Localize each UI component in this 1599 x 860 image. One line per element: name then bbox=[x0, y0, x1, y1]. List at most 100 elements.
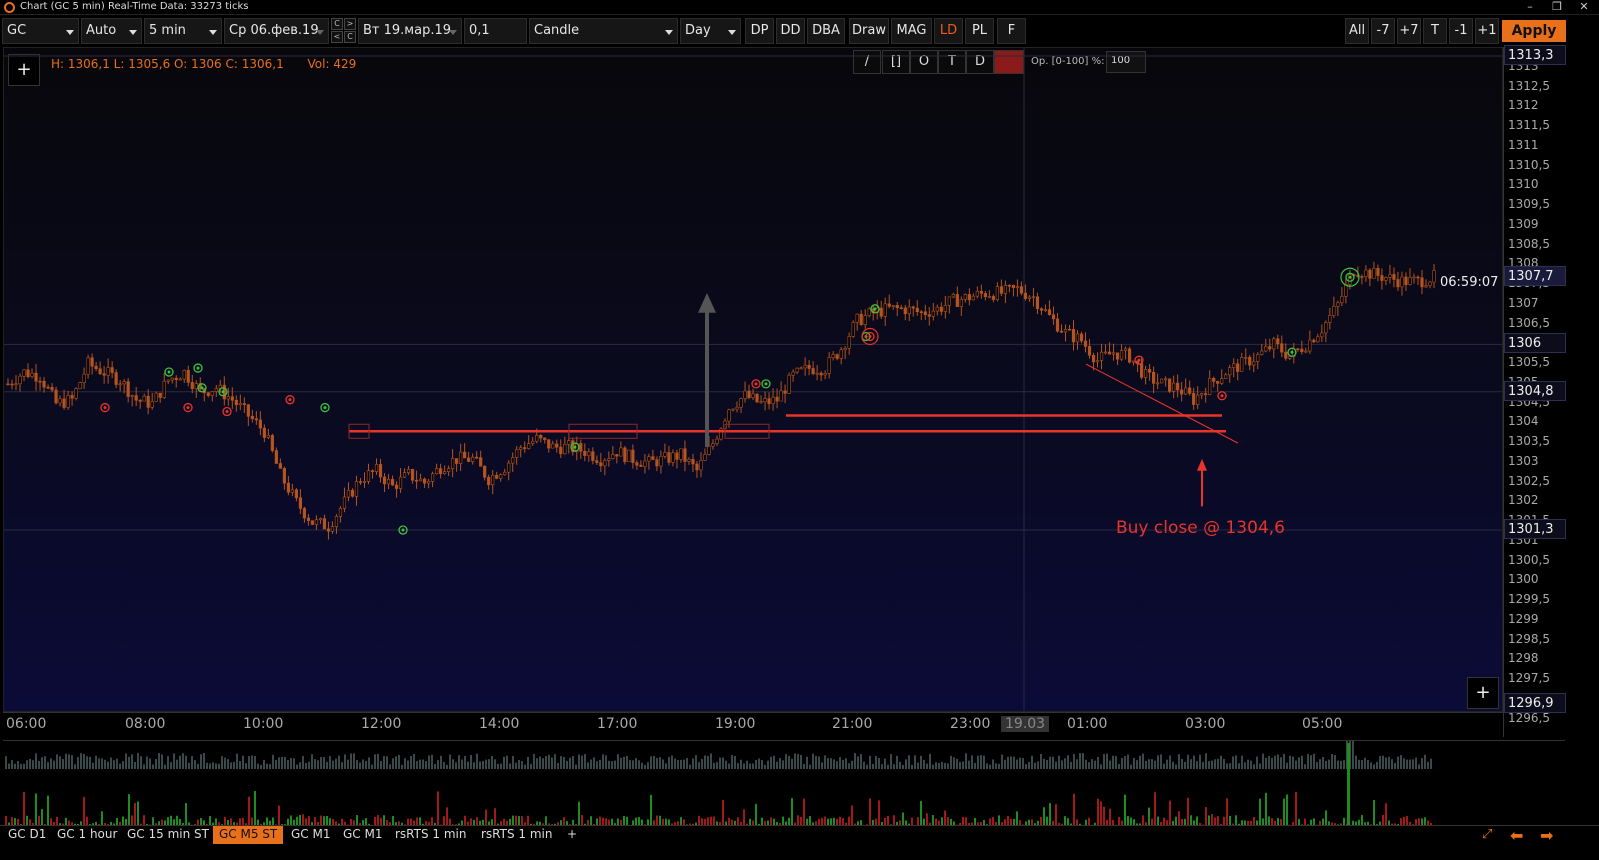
volume-bar bbox=[1142, 753, 1144, 769]
candle-body bbox=[499, 474, 503, 479]
date-from-picker[interactable]: Ср 06.фев.19 bbox=[224, 18, 329, 44]
time-tick-label: 17:00 bbox=[597, 716, 638, 732]
candle-body bbox=[1212, 377, 1216, 382]
candle-body bbox=[1216, 381, 1220, 384]
fullscreen-icon[interactable]: ⤢ bbox=[1482, 827, 1500, 843]
nav-next-button[interactable]: > bbox=[344, 18, 356, 30]
candle-body bbox=[879, 307, 883, 317]
candle-body bbox=[839, 349, 843, 359]
volume-bar bbox=[467, 761, 469, 769]
volume-bar bbox=[1373, 764, 1375, 769]
candle-body bbox=[382, 476, 387, 485]
dp-button[interactable]: DP bbox=[745, 18, 774, 44]
up-arrow-head bbox=[698, 293, 716, 313]
maximize-button[interactable]: ❒ bbox=[1544, 0, 1570, 15]
candle-body bbox=[1143, 369, 1148, 378]
candle-body bbox=[138, 399, 142, 402]
candle-body bbox=[66, 395, 70, 408]
close-button[interactable]: ✕ bbox=[1571, 0, 1597, 15]
volume-bar bbox=[131, 815, 133, 825]
nav-c2-button[interactable]: C bbox=[344, 31, 356, 43]
symbol-select[interactable]: GC bbox=[2, 18, 79, 44]
chart-tab[interactable]: GC D1 bbox=[2, 826, 52, 844]
nav-c-button[interactable]: C bbox=[331, 18, 343, 30]
chart-area[interactable]: + H: 1306,1 L: 1305,6 O: 1306 C: 1306,1 … bbox=[3, 47, 1503, 712]
candle-body bbox=[298, 497, 303, 509]
volume-bar bbox=[527, 815, 529, 825]
chart-tab[interactable]: rsRTS 1 min bbox=[389, 826, 473, 844]
volume-bar bbox=[674, 758, 676, 769]
volume-bar bbox=[719, 757, 721, 769]
volume-bar bbox=[206, 762, 208, 769]
volume-bar bbox=[869, 755, 871, 769]
mag-button[interactable]: MAG bbox=[891, 18, 932, 44]
minus1-button[interactable]: -1 bbox=[1449, 18, 1473, 44]
chart-tab[interactable]: GC M5 ST bbox=[213, 826, 284, 844]
chart-tab[interactable]: GC M1 bbox=[337, 826, 388, 844]
nav-prev-button[interactable]: < bbox=[331, 31, 343, 43]
volume-bar bbox=[677, 759, 679, 769]
all-button[interactable]: All bbox=[1345, 18, 1369, 44]
volume-bar bbox=[1328, 759, 1330, 769]
dd-button[interactable]: DD bbox=[776, 18, 805, 44]
chart-tab[interactable]: GC 15 min ST bbox=[121, 826, 215, 844]
candle-body bbox=[527, 443, 531, 449]
price-axis[interactable]: 1313 1312,5 1312 1311,5 1311 1310,5 1310 1309,5… bbox=[1503, 45, 1566, 737]
tick-size-input[interactable]: 0,1 bbox=[464, 18, 527, 44]
plus7-button[interactable]: +7 bbox=[1397, 18, 1421, 44]
volume-bar bbox=[101, 758, 103, 769]
volume-bar bbox=[983, 755, 985, 769]
volume-bar bbox=[488, 759, 490, 769]
pl-button[interactable]: PL bbox=[965, 18, 994, 44]
volume-bar bbox=[365, 818, 367, 825]
arrow-left-icon[interactable]: ⬅ bbox=[1510, 826, 1523, 845]
volume-bar bbox=[296, 764, 298, 769]
minus7-button[interactable]: -7 bbox=[1371, 18, 1395, 44]
volume-bar bbox=[641, 762, 643, 769]
date-to-picker[interactable]: Вт 19.мар.19 bbox=[358, 18, 462, 44]
add-pane-button[interactable]: + bbox=[1467, 677, 1499, 709]
volume-bar bbox=[1118, 816, 1120, 825]
period-select[interactable]: Day bbox=[680, 18, 741, 44]
volume-bar bbox=[563, 756, 565, 769]
volume-bar bbox=[605, 755, 607, 769]
volume-bar bbox=[1355, 755, 1357, 769]
draw-button[interactable]: Draw bbox=[849, 18, 889, 44]
candle-body bbox=[1047, 309, 1052, 316]
volume-bar bbox=[977, 755, 979, 769]
volume-bar bbox=[932, 815, 934, 825]
candle-body bbox=[591, 451, 595, 461]
volume-bar bbox=[1112, 755, 1114, 769]
candle-body bbox=[907, 306, 911, 315]
f-button[interactable]: F bbox=[997, 18, 1026, 44]
volume-bar bbox=[596, 761, 598, 769]
candle-body bbox=[695, 463, 699, 471]
time-axis[interactable]: 06:00 08:00 10:00 12:00 14:00 17:00 19:00 21:00… bbox=[3, 712, 1503, 736]
candle-body bbox=[30, 372, 34, 377]
candle-body bbox=[451, 458, 455, 469]
arrow-right-icon[interactable]: ➡ bbox=[1540, 826, 1553, 845]
volume-bar bbox=[326, 815, 328, 825]
minimize-button[interactable]: – bbox=[1517, 0, 1543, 15]
chart-tab[interactable]: GC 1 hour bbox=[51, 826, 123, 844]
volume-bar bbox=[740, 759, 742, 769]
t-button[interactable]: T bbox=[1423, 18, 1447, 44]
chart-tab[interactable]: GC M1 bbox=[285, 826, 336, 844]
volume-bar bbox=[302, 756, 304, 769]
ld-button[interactable]: LD bbox=[934, 18, 963, 44]
candle-body bbox=[855, 313, 859, 323]
add-tab-button[interactable]: + bbox=[561, 826, 583, 844]
volume-bar bbox=[872, 764, 874, 769]
scale-select[interactable]: Auto bbox=[81, 18, 142, 44]
dba-button[interactable]: DBA bbox=[807, 18, 845, 44]
volume-bar bbox=[866, 764, 868, 769]
volume-bar bbox=[329, 756, 331, 769]
volume-bar bbox=[821, 762, 823, 769]
volume-bar bbox=[941, 762, 943, 769]
apply-button[interactable]: Apply bbox=[1502, 20, 1566, 42]
chart-type-select[interactable]: Candle bbox=[529, 18, 678, 44]
chart-tab[interactable]: rsRTS 1 min bbox=[475, 826, 559, 844]
timeframe-select[interactable]: 5 min bbox=[144, 18, 222, 44]
plus1-button[interactable]: +1 bbox=[1475, 18, 1499, 44]
volume-bar bbox=[1361, 815, 1363, 825]
